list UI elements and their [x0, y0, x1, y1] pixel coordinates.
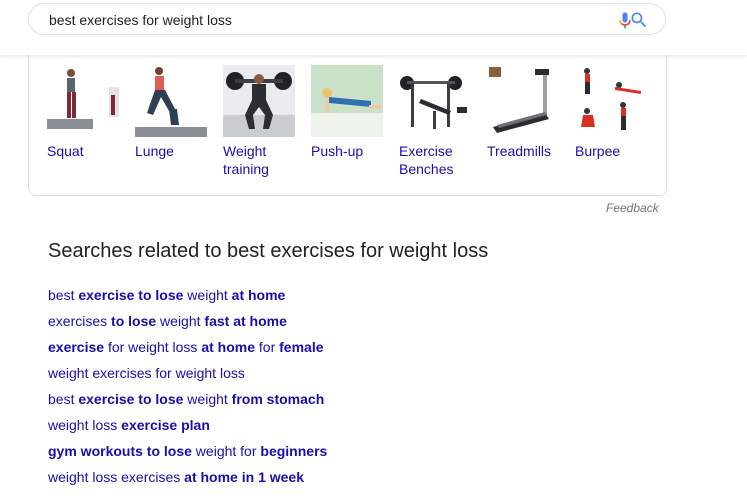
related-search-link[interactable]: best exercise to lose weight at home — [48, 286, 327, 312]
related-search-text: weight loss exercises — [48, 469, 185, 485]
exercise-label: Treadmills — [487, 143, 552, 159]
treadmill-image — [487, 65, 559, 137]
exercise-item-exercise-benches[interactable]: Exercise Benches — [399, 65, 479, 178]
related-search-link[interactable]: gym workouts to lose weight for beginner… — [48, 442, 327, 468]
search-icon[interactable] — [629, 10, 649, 30]
feedback-link[interactable]: Feedback — [606, 201, 659, 215]
related-search-text: exercise — [48, 339, 105, 355]
related-search-text: at home in 1 week — [184, 469, 304, 485]
related-search-text: weight — [183, 287, 232, 303]
related-search-text: for — [255, 339, 280, 355]
related-search-link[interactable]: weight exercises for weight loss — [48, 364, 327, 390]
related-search-link[interactable]: exercise for weight loss at home for fem… — [48, 338, 327, 364]
related-search-text: exercise to lose — [78, 391, 184, 407]
exercise-label: Push-up — [311, 143, 364, 159]
top-bar — [0, 0, 747, 55]
related-search-text: best — [48, 391, 79, 407]
related-search-link[interactable]: best exercise to lose weight from stomac… — [48, 390, 327, 416]
burpee-image — [575, 65, 647, 137]
related-search-text: at home — [231, 287, 286, 303]
exercise-label: Lunge — [135, 143, 174, 159]
search-input[interactable] — [49, 10, 569, 30]
exercise-item-weight-training[interactable]: Weight training — [223, 65, 303, 178]
related-search-link[interactable]: exercises to lose weight fast at home — [48, 312, 327, 338]
exercise-label: Burpee — [575, 143, 621, 159]
exercise-label: Weight training — [223, 143, 269, 177]
related-search-text: weight loss — [48, 417, 122, 433]
related-search-text: female — [279, 339, 324, 355]
related-searches-title: Searches related to best exercises for w… — [48, 240, 489, 262]
exercise-bench-image — [399, 65, 471, 137]
related-search-text: for weight loss — [104, 339, 202, 355]
related-search-text: weight exercises for weight loss — [48, 365, 245, 381]
related-searches-list: best exercise to lose weight at home exer… — [48, 286, 327, 494]
related-search-text: fast at home — [204, 313, 287, 329]
related-search-text: gym workouts to lose — [48, 443, 192, 459]
exercise-item-treadmills[interactable]: Treadmills — [487, 65, 567, 160]
related-search-text: from stomach — [231, 391, 325, 407]
related-search-text: weight — [156, 313, 205, 329]
exercise-item-squat[interactable]: Squat — [47, 65, 127, 160]
related-search-text: best — [48, 287, 79, 303]
related-search-link[interactable]: weight loss exercise plan — [48, 416, 327, 442]
weight-training-image — [223, 65, 295, 137]
push-up-image — [311, 65, 383, 137]
exercise-item-burpee[interactable]: Burpee — [575, 65, 655, 160]
exercises-card: Squat Lunge Weight training Push-up Exer… — [28, 55, 667, 196]
related-search-text: to lose — [111, 313, 157, 329]
related-search-link[interactable]: weight loss exercises at home in 1 week — [48, 468, 327, 494]
related-search-text: weight for — [191, 443, 261, 459]
related-search-text: exercise to lose — [78, 287, 184, 303]
related-search-text: at home — [201, 339, 256, 355]
exercise-label: Squat — [47, 143, 84, 159]
lunge-image — [135, 65, 207, 137]
exercise-label: Exercise Benches — [399, 143, 454, 177]
squat-image — [47, 65, 119, 137]
related-search-text: exercises — [48, 313, 112, 329]
related-search-text: beginners — [260, 443, 328, 459]
related-search-text: exercise plan — [121, 417, 210, 433]
related-search-text: weight — [183, 391, 232, 407]
exercise-item-push-up[interactable]: Push-up — [311, 65, 391, 160]
exercise-item-lunge[interactable]: Lunge — [135, 65, 215, 160]
search-box[interactable] — [28, 3, 666, 35]
